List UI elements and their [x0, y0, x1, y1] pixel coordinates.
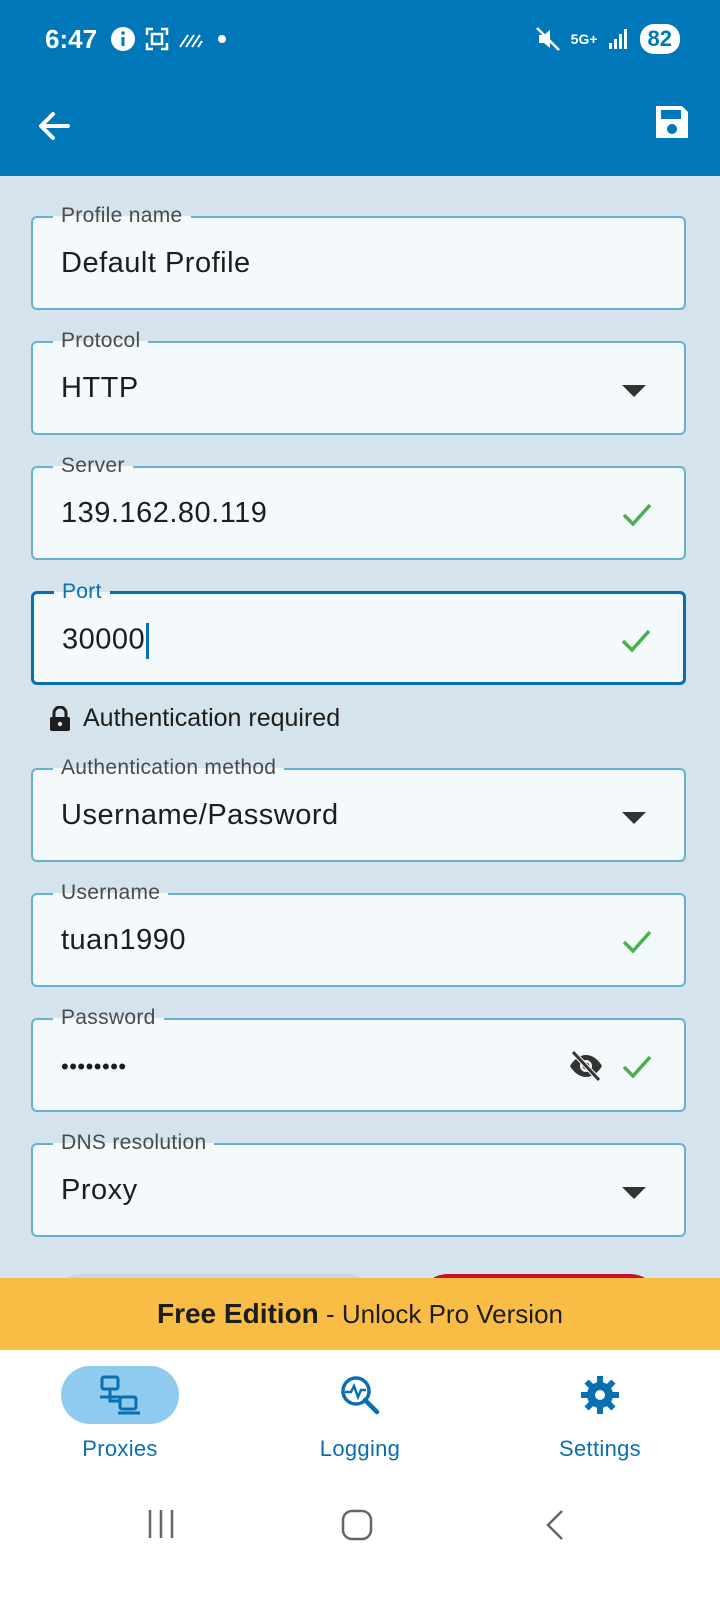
promo-rest: - Unlock Pro Version	[318, 1299, 563, 1329]
password-value: ••••••••	[61, 1054, 127, 1079]
dot-icon	[218, 35, 226, 43]
signal-icon	[608, 29, 627, 49]
nav-item-settings[interactable]: Settings	[520, 1366, 680, 1462]
battery-level: 82	[639, 24, 680, 54]
nav-label-logging: Logging	[319, 1436, 401, 1461]
auth-required-note: Authentication required	[49, 704, 340, 733]
status-bar: 6:47 5G+ 82	[0, 0, 720, 84]
check-icon	[621, 629, 651, 653]
server-label: Server	[53, 454, 133, 478]
system-navigation-bar	[0, 1480, 720, 1600]
wifi-calling-icon	[179, 34, 203, 48]
port-label: Port	[54, 580, 110, 604]
dropdown-arrow-icon	[622, 812, 646, 824]
auth-method-value: Username/Password	[61, 799, 339, 831]
port-field[interactable]: Port 30000	[31, 580, 686, 685]
nav-active-indicator	[61, 1366, 179, 1424]
arrow-left-icon[interactable]	[34, 106, 74, 146]
network-type: 5G+	[570, 31, 598, 47]
text-caret	[146, 623, 150, 659]
nav-icon-holder	[541, 1366, 659, 1424]
bottom-navigation: Proxies Logging Settings	[0, 1350, 720, 1480]
username-value: tuan1990	[61, 924, 186, 956]
search-activity-icon	[341, 1376, 380, 1415]
info-icon	[111, 27, 135, 51]
status-icons-right: 5G+ 82	[535, 24, 680, 54]
port-value: 30000	[62, 623, 146, 656]
network-icon	[100, 1375, 140, 1415]
promo-bold: Free Edition	[156, 1298, 319, 1329]
username-field[interactable]: Username tuan1990	[31, 881, 686, 987]
protocol-value: HTTP	[61, 372, 139, 404]
screenshot-icon	[145, 27, 169, 51]
profile-name-field[interactable]: Profile name Default Profile	[31, 204, 686, 310]
status-icons-left	[110, 26, 232, 52]
dropdown-arrow-icon	[622, 1187, 646, 1199]
dropdown-arrow-icon	[622, 385, 646, 397]
recent-apps-icon[interactable]	[146, 1508, 176, 1540]
auth-method-select[interactable]: Authentication method Username/Password	[31, 756, 686, 862]
nav-label-proxies: Proxies	[82, 1436, 158, 1461]
gear-icon	[581, 1376, 619, 1414]
lock-icon	[50, 705, 70, 731]
nav-label-settings: Settings	[559, 1436, 641, 1461]
dns-resolution-label: DNS resolution	[53, 1131, 215, 1155]
port-value-wrap: 30000	[62, 623, 150, 659]
profile-name-label: Profile name	[53, 204, 191, 228]
password-label: Password	[53, 1006, 164, 1030]
back-icon[interactable]	[540, 1508, 570, 1542]
server-field[interactable]: Server 139.162.80.119	[31, 454, 686, 560]
check-icon	[622, 503, 652, 527]
nav-item-proxies[interactable]: Proxies	[40, 1366, 200, 1462]
server-value: 139.162.80.119	[61, 497, 268, 529]
password-field[interactable]: Password ••••••••	[31, 1006, 686, 1112]
status-time: 6:47	[45, 24, 98, 54]
auth-required-text: Authentication required	[83, 704, 341, 732]
nav-icon-holder	[301, 1366, 419, 1424]
nav-item-logging[interactable]: Logging	[280, 1366, 440, 1462]
home-icon[interactable]	[340, 1508, 374, 1542]
app-bar	[0, 84, 720, 176]
username-label: Username	[53, 881, 169, 905]
dns-resolution-value: Proxy	[61, 1174, 138, 1206]
protocol-select[interactable]: Protocol HTTP	[31, 329, 686, 435]
upgrade-banner[interactable]: Free Edition - Unlock Pro Version	[0, 1278, 720, 1350]
check-icon	[622, 1055, 652, 1079]
eye-off-icon[interactable]	[568, 1048, 604, 1084]
check-icon	[622, 930, 652, 954]
auth-method-label: Authentication method	[53, 756, 285, 780]
profile-name-value: Default Profile	[61, 247, 251, 279]
mute-icon	[535, 27, 560, 51]
save-icon[interactable]	[652, 102, 692, 142]
protocol-label: Protocol	[53, 329, 149, 353]
dns-resolution-select[interactable]: DNS resolution Proxy	[31, 1131, 686, 1237]
